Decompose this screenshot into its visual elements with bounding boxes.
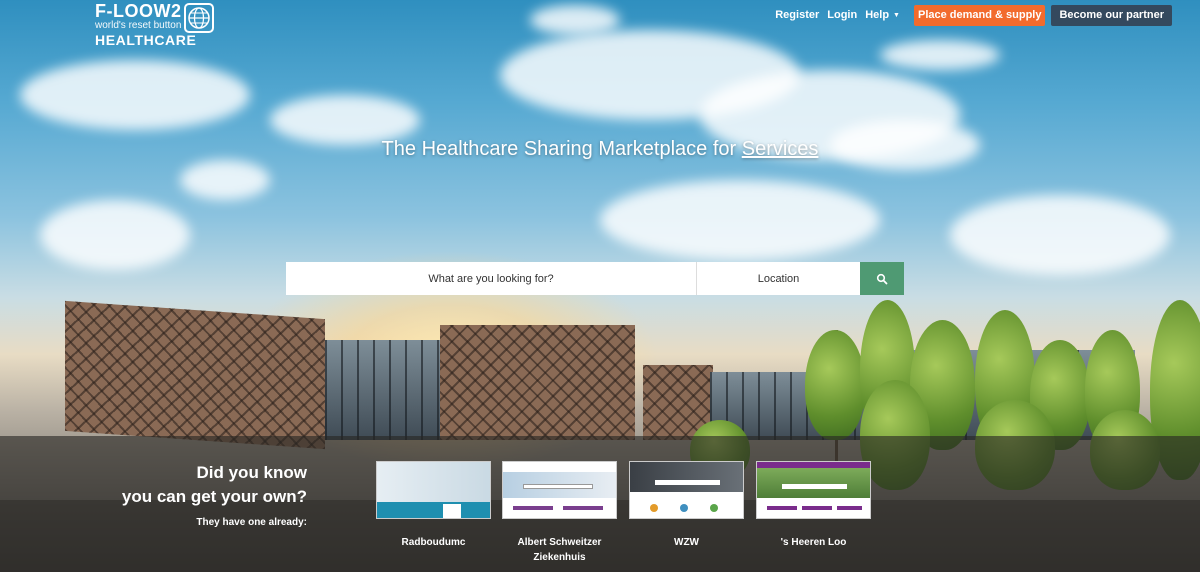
hero-title: The Healthcare Sharing Marketplace for S… xyxy=(0,138,1200,161)
example-card-albert-schweitzer[interactable]: Albert Schweitzer Ziekenhuis xyxy=(502,461,617,565)
services-link[interactable]: Services xyxy=(742,138,819,160)
example-thumbnail xyxy=(629,461,744,519)
thumb-search xyxy=(655,480,720,485)
thumb-line xyxy=(563,506,603,510)
globe-icon-svg xyxy=(188,7,210,29)
thumb-icon xyxy=(680,504,688,512)
example-card-radboudumc[interactable]: Radboudumc xyxy=(376,461,491,550)
globe-icon xyxy=(184,3,214,33)
help-dropdown[interactable]: Help ▼ xyxy=(865,9,900,21)
example-thumbnail xyxy=(376,461,491,519)
thumb-line xyxy=(513,506,553,510)
thumb-line xyxy=(802,506,832,510)
thumb-icon xyxy=(710,504,718,512)
example-thumbnail xyxy=(502,461,617,519)
caret-down-icon: ▼ xyxy=(893,11,900,19)
place-demand-button[interactable]: Place demand & supply xyxy=(913,4,1046,26)
thumb-banner xyxy=(630,462,743,492)
login-link[interactable]: Login xyxy=(827,9,857,21)
hero-title-text: The Healthcare Sharing Marketplace for xyxy=(381,138,742,160)
thumb-search xyxy=(523,484,593,489)
top-nav: Register Login Help ▼ Place demand & sup… xyxy=(775,4,1172,26)
example-card-wzw[interactable]: WZW xyxy=(629,461,744,550)
register-link[interactable]: Register xyxy=(775,9,819,21)
cloud xyxy=(40,200,190,270)
search-button[interactable] xyxy=(860,262,904,295)
example-thumbnail xyxy=(756,461,871,519)
example-name: Albert Schweitzer Ziekenhuis xyxy=(517,537,602,563)
cloud xyxy=(20,60,250,130)
cloud xyxy=(180,160,270,200)
promo-line-1: Did you know xyxy=(196,463,308,482)
building xyxy=(440,325,635,440)
search-input[interactable] xyxy=(286,262,697,295)
become-partner-button[interactable]: Become our partner xyxy=(1051,4,1172,26)
thumb-banner xyxy=(377,462,490,502)
thumb-bar xyxy=(377,502,490,518)
building xyxy=(325,340,445,440)
example-name: 's Heeren Loo xyxy=(780,537,847,548)
cloud xyxy=(950,195,1170,275)
search-icon xyxy=(876,273,888,284)
example-name: WZW xyxy=(674,537,699,548)
help-label: Help xyxy=(865,9,890,21)
thumb-logo xyxy=(443,504,461,518)
cloud xyxy=(880,40,1000,70)
thumb-banner xyxy=(757,468,870,498)
promo-heading: Did you know you can get your own? xyxy=(122,461,307,509)
cloud xyxy=(530,5,620,35)
site-logo[interactable]: F-LOOW2 world's reset button HEALTHCARE xyxy=(95,2,220,48)
example-card-sheeren-loo[interactable]: 's Heeren Loo xyxy=(756,461,871,550)
thumb-nav xyxy=(503,462,616,472)
thumb-search xyxy=(782,484,847,489)
example-name: Radboudumc xyxy=(401,537,466,548)
promo-subline: They have one already: xyxy=(196,517,307,528)
thumb-line xyxy=(837,506,862,510)
promo-line-2: you can get your own? xyxy=(121,487,307,506)
tree xyxy=(805,330,865,440)
building xyxy=(65,300,325,450)
thumb-line xyxy=(767,506,797,510)
thumb-icon xyxy=(650,504,658,512)
location-input[interactable] xyxy=(697,262,860,295)
cloud xyxy=(600,180,880,260)
search-bar xyxy=(286,262,904,295)
